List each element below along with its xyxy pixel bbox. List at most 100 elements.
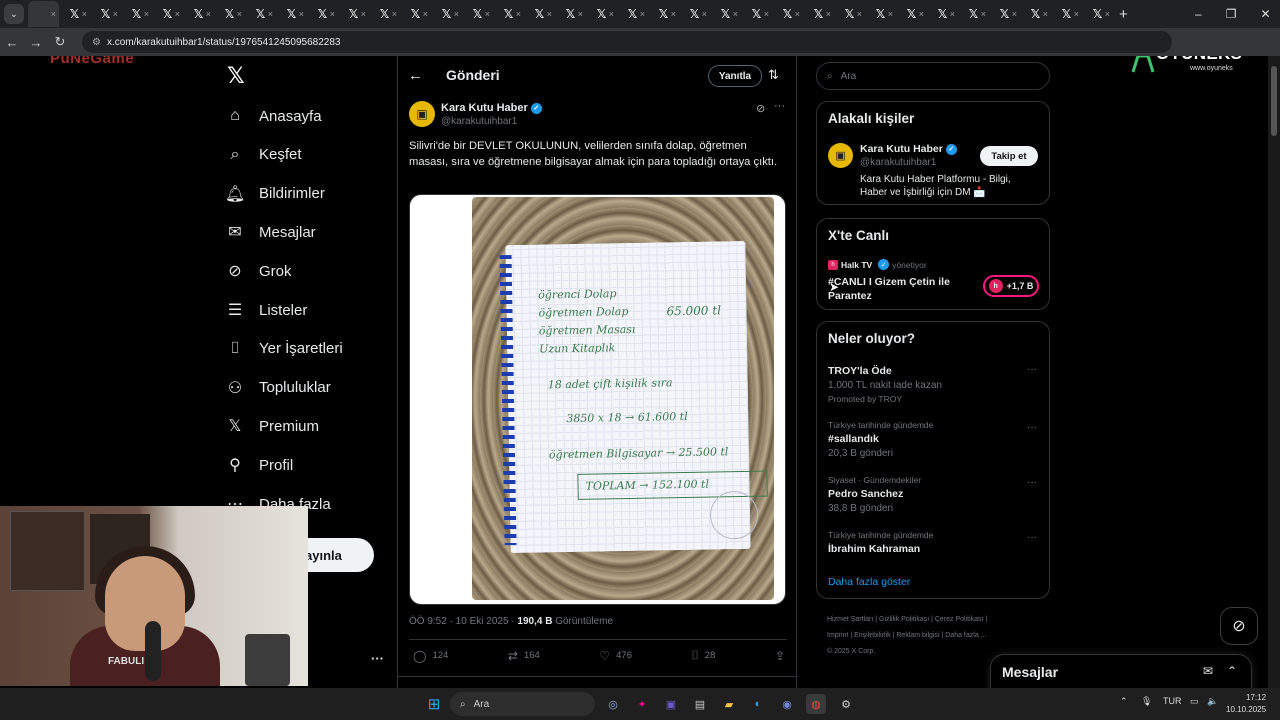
search-input[interactable]: ⌕ Ara [816,62,1050,90]
scrollbar-thumb[interactable] [1271,66,1277,136]
browser-tab[interactable]: 𝕏 × [958,1,989,27]
browser-tab[interactable]: 𝕏 × [431,1,462,27]
repost-action[interactable]: ⇄ 164 [508,648,540,663]
post-image[interactable]: öğrenci Dolap öğretmen Dolap öğretmen Ma… [409,194,786,605]
tab-close-icon[interactable]: × [51,9,56,19]
reload-icon[interactable]: ↻ [48,34,72,50]
tab-close-icon[interactable]: × [361,9,366,19]
tab-close-icon[interactable]: × [1105,9,1110,19]
like-action[interactable]: ♡ 476 [599,648,632,663]
follow-button[interactable]: Takip et [980,146,1038,166]
browser-tab[interactable]: 𝕏 × [90,1,121,27]
tab-close-icon[interactable]: × [857,9,862,19]
language-indicator[interactable]: TUR [1163,696,1182,706]
site-info-icon[interactable]: ⚙ [92,37,101,48]
nav-item[interactable]: ⊘ Grok [225,261,291,281]
tab-search-icon[interactable]: ⌄ [4,4,24,24]
author-handle[interactable]: @karakutuihbar1 [441,116,517,127]
browser-tab[interactable]: 𝕏 × [369,1,400,27]
edge-icon[interactable]: ◐ [748,694,768,714]
post-more-icon[interactable]: ··· [774,100,785,112]
live-source[interactable]: h Halk TV ✓ yönetiyor [828,259,927,270]
nav-item[interactable]: 𝕏 Premium [225,416,319,436]
author-name-row[interactable]: Kara Kutu Haber ✓ [441,102,542,114]
footer-line[interactable]: Hizmet Şartları | Gizlilik Politikası | … [827,612,1047,628]
tab-close-icon[interactable]: × [113,9,118,19]
tab-close-icon[interactable]: × [981,9,986,19]
tab-close-icon[interactable]: × [919,9,924,19]
tab-close-icon[interactable]: × [485,9,490,19]
url-field[interactable]: ⚙ x.com/karakutuihbar1/status/1976541245… [82,31,1172,53]
browser-tab[interactable]: 𝕏 × [493,1,524,27]
minimize-icon[interactable]: – [1195,7,1202,21]
browser-tab[interactable]: 𝕏 × [989,1,1020,27]
author-avatar[interactable]: ▣ [409,101,435,127]
tab-close-icon[interactable]: × [175,9,180,19]
tab-close-icon[interactable]: × [1043,9,1048,19]
nav-item[interactable]: ⌕ Keşfet [225,145,302,165]
browser-tab[interactable]: 𝕏 × [183,1,214,27]
maximize-icon[interactable]: ❐ [1226,7,1237,21]
volume-icon[interactable]: 🔈 [1207,696,1218,707]
browser-tab[interactable]: 𝕏 × [927,1,958,27]
discord-icon[interactable]: ◉ [777,694,797,714]
tab-close-icon[interactable]: × [82,9,87,19]
app-icon[interactable]: ⚙ [836,694,856,714]
bookmark-action[interactable]: ⌷ 28 [692,648,716,663]
trend-item[interactable]: Siyaset · Gündemdekiler Pedro Sanchez 38,8… [828,475,1038,514]
related-name-row[interactable]: Kara Kutu Haber ✓ [860,143,957,155]
tab-close-icon[interactable]: × [144,9,149,19]
tab-close-icon[interactable]: × [268,9,273,19]
trend-more-icon[interactable]: ··· [1027,477,1037,488]
tab-close-icon[interactable]: × [764,9,769,19]
nav-item[interactable]: 🔔︎ Bildirimler [225,184,325,204]
network-icon[interactable]: ▭ [1190,696,1199,707]
trend-item[interactable]: Türkiye tarihinde gündemde #sallandık 20,3… [828,420,1038,459]
tab-close-icon[interactable]: × [888,9,893,19]
windows-start-icon[interactable]: ⊞ [424,694,444,714]
new-message-icon[interactable]: ✉ [1203,664,1213,678]
browser-tab[interactable]: 𝕏 × [803,1,834,27]
teams-icon[interactable]: ▣ [661,694,681,714]
browser-tab[interactable]: 𝕏 × [555,1,586,27]
tab-close-icon[interactable]: × [1012,9,1017,19]
settings-sliders-icon[interactable]: ⇅ [768,67,779,83]
show-more-link[interactable]: Daha fazla göster [828,576,910,588]
folder-icon[interactable]: ▰ [719,694,739,714]
browser-tab[interactable]: 𝕏 × [1082,1,1113,27]
trend-item[interactable]: TROY'la Öde 1.000 TL nakit iade kazan Prom… [828,362,1038,404]
browser-tab[interactable]: 𝕏 × [214,1,245,27]
browser-tab[interactable]: 𝕏 × [307,1,338,27]
x-logo-icon[interactable]: 𝕏 [227,64,245,89]
forward-icon[interactable]: → [24,35,48,50]
trend-item[interactable]: Türkiye tarihinde gündemde İbrahim Kahram… [828,530,1038,555]
clock[interactable]: 17:12 10.10.2025 [1226,692,1266,716]
copilot-icon[interactable]: ◎ [603,694,623,714]
tab-close-icon[interactable]: × [826,9,831,19]
trend-more-icon[interactable]: ··· [1027,532,1037,543]
tab-close-icon[interactable]: × [640,9,645,19]
nav-item[interactable]: ⚇ Topluluklar [225,378,331,398]
tab-close-icon[interactable]: × [299,9,304,19]
browser-tab[interactable]: 𝕏 × [462,1,493,27]
tab-close-icon[interactable]: × [795,9,800,19]
reply-button[interactable]: Yanıtla [708,65,762,87]
post-time[interactable]: ÖÖ 9:52 · 10 Eki 2025 · [409,616,517,627]
grok-icon[interactable]: ⊘ [756,102,765,115]
live-stream-title[interactable]: #CANLI I Gizem Çetin ile Parantez [828,275,978,303]
browser-tab[interactable]: 𝕏 × [648,1,679,27]
browser-tab[interactable]: 𝕏 × [586,1,617,27]
browser-tab[interactable]: 𝕏 × [524,1,555,27]
reply-action[interactable]: ◯ 124 [413,648,448,663]
nav-item[interactable]: ⌷ Yer İşaretleri [225,339,342,359]
nav-item[interactable]: ⌂ Anasayfa [225,106,321,126]
account-more-icon[interactable]: ··· [371,651,384,666]
microphone-icon[interactable]: 🎙 [1141,696,1152,707]
grok-float-button[interactable]: ⊘ [1220,607,1258,645]
browser-tab[interactable]: 𝕏 × [276,1,307,27]
tab-close-icon[interactable]: × [547,9,552,19]
tab-close-icon[interactable]: × [423,9,428,19]
browser-tab[interactable]: 𝕏 × [338,1,369,27]
expand-icon[interactable]: ⌃ [1227,664,1237,678]
nav-item[interactable]: ☰ Listeler [225,300,308,320]
